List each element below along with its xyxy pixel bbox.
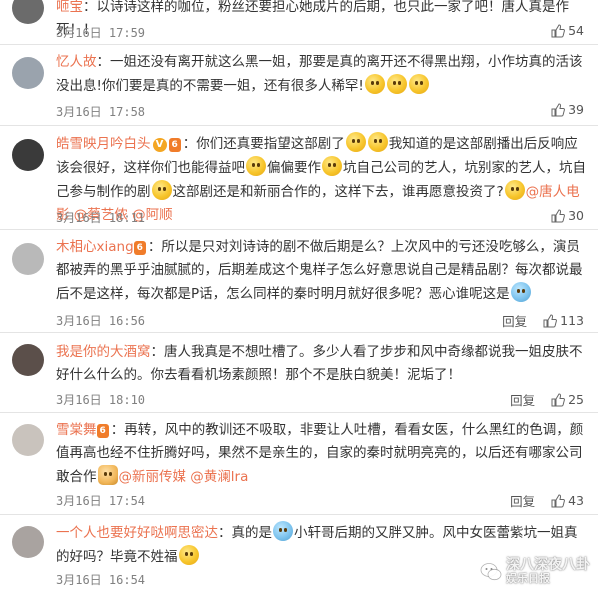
mention-link[interactable]: @黄澜lra <box>190 469 248 485</box>
comment-time: 3月16日 18:10 <box>56 393 146 407</box>
reply-button[interactable]: 回复 <box>510 390 535 409</box>
watermark: 深八深夜八卦 娱乐日报 <box>480 558 590 586</box>
avatar[interactable] <box>12 0 44 24</box>
emoji-doge-icon <box>97 465 118 485</box>
username[interactable]: 皓雪映月吟白头 <box>56 136 151 152</box>
like-button[interactable]: 54 <box>551 23 584 38</box>
comment-item: 咂宝：以诗诗这样的咖位，粉丝还要担心她成片的后期，也只此一家了吧！唐人真是作死！… <box>0 0 598 45</box>
comment-text: 雪棠舞 6 ：再转，风中的教训还不吸取，非要让人吐槽，看看女医，什么黑红的色调，颜值… <box>56 422 584 485</box>
comment-item: 皓雪映月吟白头 V 6 ：你们还真要指望这部剧了 我知道的是这部剧播出后反响应该会很好，… <box>0 126 598 230</box>
avatar[interactable] <box>12 344 44 376</box>
emoji-smile-icon <box>246 156 266 176</box>
vip-badge-icon: 6 <box>96 424 109 438</box>
emoji-smile-icon <box>364 74 385 94</box>
avatar[interactable] <box>12 139 44 171</box>
comment-item: 雪棠舞 6 ：再转，风中的教训还不吸取，非要让人吐槽，看看女医，什么黑红的色调，颜值… <box>0 413 598 515</box>
thumb-up-icon <box>551 493 566 507</box>
username[interactable]: 木相心xiang <box>56 239 134 255</box>
emoji-smile-icon <box>345 132 366 152</box>
emoji-cold-sweat-icon <box>510 282 531 302</box>
avatar[interactable] <box>12 243 44 275</box>
comment-time: 3月16日 17:54 <box>56 494 146 508</box>
comment-item: 木相心xiang 6 ：所以是只对刘诗诗的剧不做后期是么？上次风中的亏还没吃够么，演… <box>0 230 598 333</box>
comment-text: 忆人故：一姐还没有离开就这么黑一姐，那要是真的离开还不得黑出翔，小作坊真的活该没… <box>56 54 583 94</box>
thumb-up-icon <box>551 23 566 37</box>
emoji-cold-sweat-icon <box>273 521 293 541</box>
comment-time: 3月16日 16:54 <box>56 573 146 587</box>
like-button[interactable]: 25 <box>551 392 584 407</box>
comment-time: 3月16日 16:56 <box>56 314 146 328</box>
like-count: 39 <box>568 102 584 117</box>
like-button[interactable]: 43 <box>551 493 584 508</box>
emoji-smile-icon <box>504 180 525 200</box>
like-count: 43 <box>568 493 584 508</box>
comment-time: 3月16日 17:58 <box>56 105 146 119</box>
comment-item: 忆人故：一姐还没有离开就这么黑一姐，那要是真的离开还不得黑出翔，小作坊真的活该没… <box>0 45 598 126</box>
like-count: 54 <box>568 23 584 38</box>
vip-badge-icon: 6 <box>168 138 181 152</box>
like-button[interactable]: 39 <box>551 102 584 117</box>
like-count: 25 <box>568 392 584 407</box>
emoji-smile-icon <box>151 180 172 200</box>
verified-badge-icon: V <box>152 138 167 152</box>
avatar[interactable] <box>12 526 44 558</box>
avatar[interactable] <box>12 57 44 89</box>
comment-text: 我是你的大酒窝：唐人我真是不想吐槽了。多少人看了步步和风中奇缘都说我一姐皮肤不好… <box>56 344 583 383</box>
emoji-cry-icon <box>178 545 199 565</box>
reply-button[interactable]: 回复 <box>510 491 535 510</box>
username[interactable]: 咂宝 <box>56 0 83 15</box>
vip-badge-icon: 6 <box>133 241 146 255</box>
thumb-up-icon <box>551 392 566 406</box>
comment-text: 木相心xiang 6 ：所以是只对刘诗诗的剧不做后期是么？上次风中的亏还没吃够么，演… <box>56 239 583 302</box>
thumb-up-icon <box>551 208 566 222</box>
watermark-title: 深八深夜八卦 <box>506 557 590 573</box>
wechat-logo-icon <box>480 563 502 581</box>
emoji-smile-icon <box>408 74 429 94</box>
like-button[interactable]: 113 <box>543 313 584 328</box>
mention-link[interactable]: @新丽传媒 <box>119 469 187 485</box>
username[interactable]: 我是你的大酒窝 <box>56 344 151 360</box>
avatar[interactable] <box>12 424 44 456</box>
comment-item: 我是你的大酒窝：唐人我真是不想吐槽了。多少人看了步步和风中奇缘都说我一姐皮肤不好… <box>0 333 598 413</box>
username[interactable]: 雪棠舞 <box>56 422 97 438</box>
comment-time: 3月16日 17:59 <box>56 26 146 40</box>
thumb-up-icon <box>543 313 558 327</box>
watermark-subtitle: 娱乐日报 <box>506 572 550 585</box>
like-count: 113 <box>560 313 584 328</box>
username[interactable]: 忆人故 <box>56 54 97 70</box>
emoji-smile-icon <box>322 156 342 176</box>
like-button[interactable]: 30 <box>551 208 584 223</box>
emoji-smile-icon <box>367 132 388 152</box>
like-count: 30 <box>568 208 584 223</box>
thumb-up-icon <box>551 102 566 116</box>
username[interactable]: 一个人也要好好哒啊思密达 <box>56 525 218 541</box>
emoji-smile-icon <box>386 74 407 94</box>
reply-button[interactable]: 回复 <box>502 311 527 330</box>
comment-time: 3月16日 18:11 <box>56 211 146 225</box>
